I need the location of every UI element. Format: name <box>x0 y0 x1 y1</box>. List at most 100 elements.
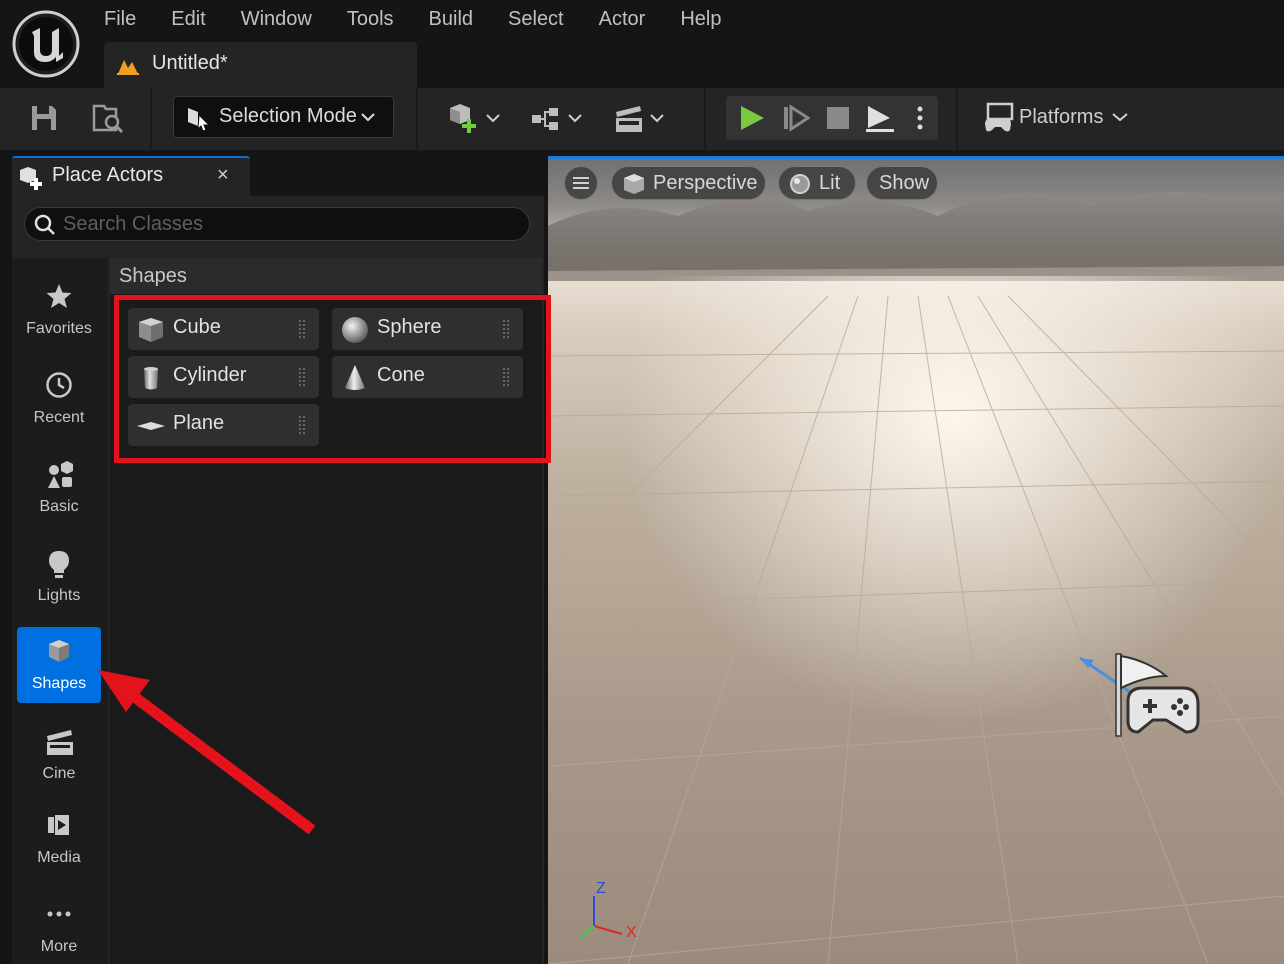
show-label: Show <box>879 172 930 194</box>
cinematics-button[interactable] <box>612 100 670 138</box>
shape-item-sphere[interactable]: Sphere <box>332 308 523 350</box>
category-cine[interactable]: Cine <box>17 717 101 793</box>
more-options-icon[interactable] <box>916 104 924 132</box>
category-favorites[interactable]: Favorites <box>17 272 101 348</box>
play-icon[interactable] <box>738 104 766 132</box>
shape-label: Cube <box>173 316 221 338</box>
category-label: Basic <box>39 498 79 515</box>
shape-label: Sphere <box>377 316 442 338</box>
drag-handle-icon[interactable] <box>502 319 510 339</box>
shape-label: Plane <box>173 412 225 434</box>
add-actor-icon <box>450 104 476 133</box>
cube-icon <box>49 640 69 662</box>
media-play-icon <box>48 815 69 835</box>
menu-actor[interactable]: Actor <box>599 8 646 36</box>
unreal-logo-icon[interactable] <box>12 10 80 78</box>
search-classes-box <box>24 207 530 241</box>
menu-file[interactable]: File <box>104 8 136 36</box>
lit-view-mode-button[interactable]: Lit <box>778 166 856 200</box>
eject-icon[interactable] <box>864 102 896 134</box>
perspective-button[interactable]: Perspective <box>611 166 766 200</box>
chevron-down-icon <box>486 114 500 123</box>
blueprint-graph-icon <box>532 108 558 130</box>
category-label: Lights <box>37 587 81 604</box>
category-sidebar: Favorites Recent Basic Lights Shapes Cin… <box>12 258 108 964</box>
category-basic[interactable]: Basic <box>17 450 101 526</box>
chevron-down-icon <box>361 113 375 122</box>
shape-item-cylinder[interactable]: Cylinder <box>128 356 319 398</box>
chevron-down-icon <box>1112 113 1128 122</box>
play-controls <box>726 96 938 140</box>
category-more[interactable]: More <box>17 890 101 964</box>
cone-icon <box>345 365 365 390</box>
browse-content-icon[interactable] <box>92 102 126 134</box>
show-flags-button[interactable]: Show <box>866 166 938 200</box>
menu-help[interactable]: Help <box>680 8 721 36</box>
clock-icon <box>46 372 72 398</box>
category-recent[interactable]: Recent <box>17 361 101 437</box>
toolbar-separator <box>416 88 418 150</box>
level-warning-icon <box>117 60 139 75</box>
shape-item-cube[interactable]: Cube <box>128 308 319 350</box>
blueprints-button[interactable] <box>528 100 586 138</box>
category-label: Shapes <box>31 675 87 692</box>
selection-mode-dropdown[interactable]: Selection Mode <box>173 96 394 138</box>
menu-select[interactable]: Select <box>508 8 564 36</box>
shape-item-cone[interactable]: Cone <box>332 356 523 398</box>
category-shapes[interactable]: Shapes <box>17 627 101 703</box>
lit-label: Lit <box>819 172 841 194</box>
stop-icon[interactable] <box>824 104 852 132</box>
search-icon <box>34 214 55 235</box>
menu-edit[interactable]: Edit <box>171 8 205 36</box>
perspective-cube-icon <box>624 174 644 194</box>
category-label: Favorites <box>26 320 92 337</box>
search-classes-input[interactable] <box>63 212 513 236</box>
scene-render <box>548 192 1284 964</box>
drag-handle-icon[interactable] <box>298 367 306 387</box>
drag-handle-icon[interactable] <box>298 319 306 339</box>
drag-handle-icon[interactable] <box>502 367 510 387</box>
place-actors-tab[interactable]: Place Actors × <box>12 156 250 196</box>
menu-window[interactable]: Window <box>241 8 312 36</box>
toolbar-separator <box>150 88 152 150</box>
category-lights[interactable]: Lights <box>17 539 101 615</box>
close-icon[interactable]: × <box>217 164 229 187</box>
title-bar: File Edit Window Tools Build Select Acto… <box>0 0 1284 88</box>
chevron-down-icon <box>650 114 664 123</box>
quick-add-button[interactable] <box>444 100 502 138</box>
shape-item-plane[interactable]: Plane <box>128 404 319 446</box>
cylinder-icon <box>144 367 158 390</box>
save-icon[interactable] <box>30 104 58 132</box>
level-viewport[interactable]: Z X Perspective Lit Show <box>548 156 1284 964</box>
axis-x-label: X <box>626 924 637 941</box>
level-document-tab[interactable]: Untitled* <box>104 42 417 88</box>
drag-handle-icon[interactable] <box>298 415 306 435</box>
section-title: Shapes <box>119 265 187 287</box>
toolbar-separator <box>956 88 958 150</box>
ellipsis-icon <box>47 911 71 917</box>
basic-shapes-icon <box>48 461 73 488</box>
category-label: More <box>40 938 78 955</box>
selection-cursor-icon <box>188 108 211 131</box>
category-media[interactable]: Media <box>17 801 101 877</box>
star-icon <box>46 284 72 308</box>
main-toolbar: Selection Mode Platforms <box>0 88 1284 150</box>
category-label: Cine <box>42 765 76 782</box>
menu-tools[interactable]: Tools <box>347 8 394 36</box>
viewport-options-button[interactable] <box>564 166 598 200</box>
lightbulb-icon <box>49 551 69 578</box>
menu-build[interactable]: Build <box>429 8 473 36</box>
advance-frame-icon[interactable] <box>782 104 810 132</box>
selection-mode-label: Selection Mode <box>219 105 357 127</box>
place-actors-icon <box>20 167 42 190</box>
panel-title: Place Actors <box>52 164 164 186</box>
chevron-down-icon <box>568 114 582 123</box>
plane-icon <box>137 422 165 430</box>
hamburger-menu-icon <box>573 177 589 189</box>
axis-z-label: Z <box>596 880 606 897</box>
platforms-label: Platforms <box>1019 106 1104 128</box>
sphere-icon <box>342 317 368 343</box>
category-label: Recent <box>33 409 85 426</box>
platforms-icon <box>985 102 1014 132</box>
clapperboard-icon <box>616 106 642 132</box>
